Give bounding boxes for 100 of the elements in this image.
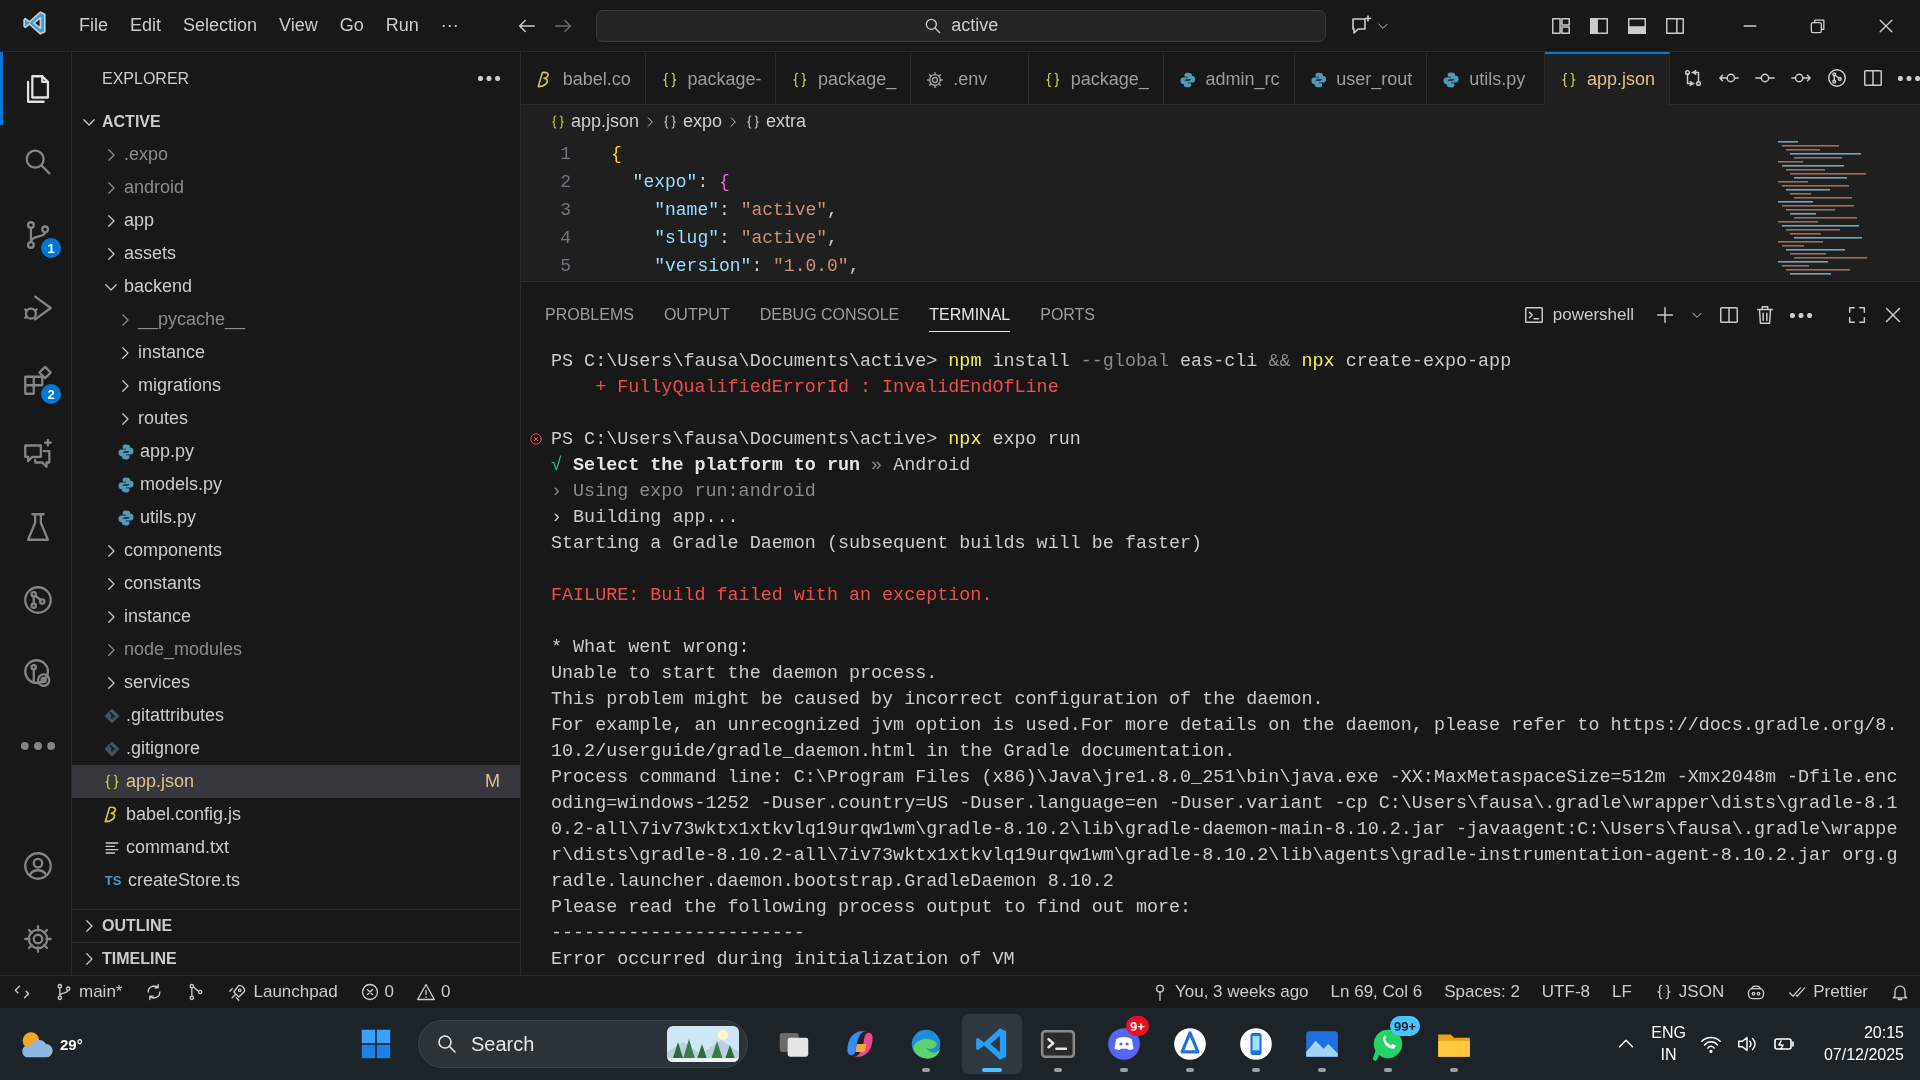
terminal-line: PS C:\Users\fausa\Documents\active> npm install --global eas-cli && npx create-expo-app xyxy=(551,350,1512,372)
status-item[interactable]: Prettier xyxy=(1788,982,1868,1002)
explorer-entry[interactable]: android xyxy=(72,171,520,204)
more-icon[interactable] xyxy=(1790,312,1812,318)
trash-icon[interactable] xyxy=(1754,304,1776,326)
status-item[interactable]: 0 xyxy=(416,982,451,1002)
explorer-entry[interactable]: constants xyxy=(72,567,520,600)
explorer-entry[interactable]: command.txt xyxy=(72,831,520,864)
clock[interactable]: 20:15 07/12/2025 xyxy=(1823,1022,1904,1066)
explorer-entry[interactable]: app xyxy=(72,204,520,237)
taskbar-app[interactable]: 99+ xyxy=(1358,1014,1418,1074)
explorer-entry[interactable]: routes xyxy=(72,402,520,435)
explorer-entry[interactable]: models.py xyxy=(72,468,520,501)
terminal-line: oding=windows-1252 -Duser.country=US -Duser.language=en -Duser.variant -cp C:\Users\fausa\.gradle\wrapper\dists\gradle-8.1 xyxy=(551,792,1898,814)
menu-item[interactable]: File xyxy=(70,9,117,42)
explorer-entry[interactable]: babel.config.js xyxy=(72,798,520,831)
line-number: 3 xyxy=(559,200,572,220)
running-indicator xyxy=(1384,1068,1392,1072)
command-search-field[interactable]: active xyxy=(595,9,1326,42)
terminal-line: Error occurred during initialization of VM xyxy=(551,948,1015,970)
explorer-entry[interactable]: utils.py xyxy=(72,501,520,534)
menu-item[interactable]: Go xyxy=(330,9,373,42)
editor-tab[interactable]: user_rout xyxy=(1294,52,1428,105)
status-item[interactable] xyxy=(12,982,32,1002)
terminal-line: Starting a Gradle Daemon (subsequent builds will be faster) xyxy=(551,532,1203,554)
terminal-line: › Using expo run:android xyxy=(551,480,816,502)
breadcrumb-item[interactable]: app.json xyxy=(549,111,640,132)
panel-tab[interactable]: DEBUG CONSOLE xyxy=(759,298,900,332)
code-line: "version": "1.0.0", xyxy=(653,256,860,276)
taskbar-app[interactable]: 9+ xyxy=(1094,1014,1154,1074)
explorer-entry[interactable]: migrations xyxy=(72,369,520,402)
breadcrumb-item[interactable]: extra xyxy=(744,111,807,132)
line-number: 2 xyxy=(559,172,572,192)
section-header[interactable]: OUTLINE xyxy=(72,909,520,942)
more-icon[interactable] xyxy=(1898,75,1920,81)
workspace-header[interactable]: ACTIVE xyxy=(72,105,520,138)
status-item[interactable]: main* xyxy=(54,982,123,1002)
menu-item[interactable]: View xyxy=(270,9,327,42)
compare-icon[interactable] xyxy=(1682,67,1704,89)
explorer-entry[interactable]: __pycache__ xyxy=(72,303,520,336)
code-line: { xyxy=(611,144,622,164)
weather-widget[interactable]: 29° xyxy=(16,1024,346,1064)
menu-item[interactable]: Edit xyxy=(121,9,171,42)
menu-item[interactable]: Run xyxy=(376,9,428,42)
explorer-entry[interactable]: services xyxy=(72,666,520,699)
activity-button[interactable]: 2 xyxy=(0,344,72,417)
braces-icon xyxy=(549,112,567,131)
explorer-entry[interactable]: assets xyxy=(72,237,520,270)
terminal-line: ----------------------- xyxy=(551,922,805,944)
activity-button[interactable]: 1 xyxy=(0,198,72,271)
explorer-entry[interactable]: backend xyxy=(72,270,520,303)
panel-tab[interactable]: OUTPUT xyxy=(663,298,730,332)
menu-item[interactable]: ··· xyxy=(431,9,468,42)
error-marker-icon[interactable] xyxy=(529,432,543,446)
status-item[interactable]: JSON xyxy=(1653,982,1725,1002)
git-graph-icon[interactable] xyxy=(1826,67,1848,89)
maximize-icon[interactable] xyxy=(1846,304,1868,326)
status-item[interactable]: 0 xyxy=(359,982,395,1002)
status-item[interactable]: LF xyxy=(1612,982,1632,1002)
running-indicator xyxy=(1120,1068,1128,1072)
remote-icon xyxy=(12,982,32,1002)
explorer-entry[interactable]: TS createStore.ts xyxy=(72,864,520,897)
running-indicator xyxy=(1186,1068,1194,1072)
language-indicator[interactable]: ENG IN xyxy=(1651,1022,1686,1066)
panel-tab[interactable]: PORTS xyxy=(1040,298,1096,332)
file-type-label: TS xyxy=(103,873,123,888)
menu-item[interactable]: Selection xyxy=(174,9,267,42)
explorer-entry[interactable]: instance xyxy=(72,600,520,633)
taskbar-search-field[interactable]: Search xyxy=(418,1020,748,1068)
editor-tab[interactable]: admin_rc xyxy=(1163,52,1295,105)
status-item[interactable]: Launchpad xyxy=(228,982,338,1002)
explorer-entry[interactable]: instance xyxy=(72,336,520,369)
running-indicator xyxy=(1252,1068,1260,1072)
notification-badge: 9+ xyxy=(1126,1016,1149,1036)
status-item[interactable]: Ln 69, Col 6 xyxy=(1330,982,1423,1002)
plus-icon[interactable] xyxy=(1654,304,1676,326)
split-editor-icon[interactable] xyxy=(1862,67,1884,89)
explorer-entry[interactable]: app.py xyxy=(72,435,520,468)
breadcrumb-item[interactable]: expo xyxy=(661,111,723,132)
editor-tab[interactable]: babel.co xyxy=(521,52,646,105)
explorer-entry[interactable]: node_modules xyxy=(72,633,520,666)
editor-tab[interactable]: package_ xyxy=(776,52,912,105)
explorer-entry[interactable]: .expo xyxy=(72,138,520,171)
panel-tab[interactable]: PROBLEMS xyxy=(545,298,634,332)
explorer-entry[interactable]: .gitignore xyxy=(72,732,520,765)
editor-tab[interactable]: package_ xyxy=(1029,52,1164,105)
editor-tab[interactable]: .env xyxy=(911,52,1030,105)
status-item[interactable]: UTF-8 xyxy=(1541,982,1590,1002)
status-item[interactable]: Spaces: 2 xyxy=(1444,982,1520,1002)
more-icon[interactable] xyxy=(478,76,500,81)
panel-tab[interactable]: TERMINAL xyxy=(929,298,1011,332)
terminal-selector[interactable]: powershell xyxy=(1522,304,1634,326)
explorer-entry[interactable]: components xyxy=(72,534,520,567)
explorer-entry[interactable]: app.json M xyxy=(72,765,520,798)
editor-tab[interactable]: package- xyxy=(645,52,777,105)
split-editor-icon[interactable] xyxy=(1718,304,1740,326)
status-item[interactable]: You, 3 weeks ago xyxy=(1149,982,1309,1002)
explorer-entry[interactable]: .gitattributes xyxy=(72,699,520,732)
editor-tab[interactable]: app.json xyxy=(1545,52,1670,105)
terminal-line: FAILURE: Build failed with an exception. xyxy=(551,584,993,606)
